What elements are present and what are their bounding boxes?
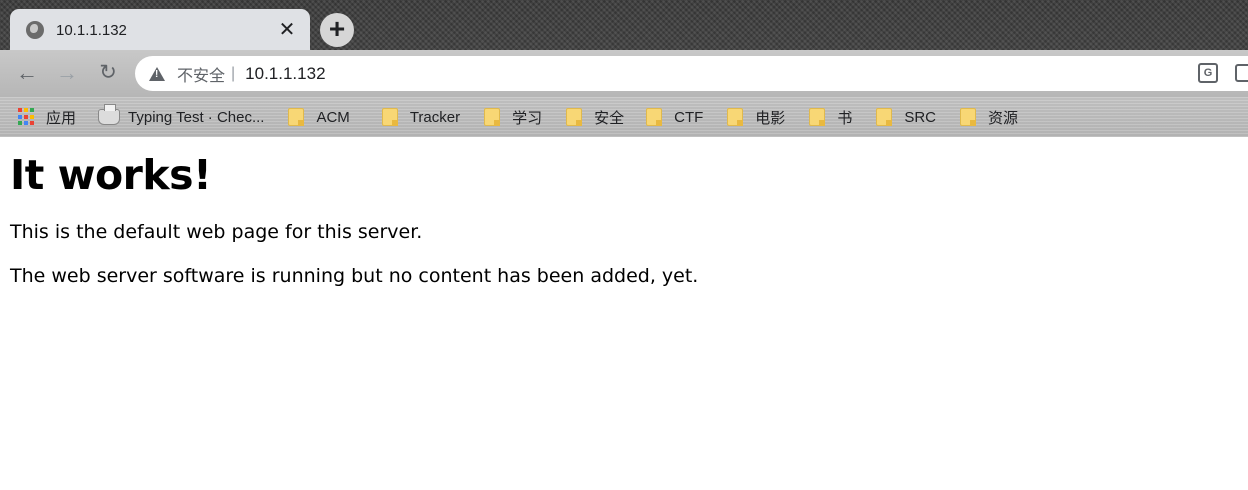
- apps-dot: [18, 108, 22, 112]
- bookmark-label: 安全: [594, 109, 625, 127]
- globe-icon: [26, 21, 44, 39]
- bookmark-label: SRC: [904, 108, 936, 126]
- folder-icon: [809, 108, 826, 126]
- bookmark-label: 书: [837, 109, 853, 127]
- bookmark-label: 电影: [755, 109, 786, 127]
- status-text: The web server software is running but n…: [10, 265, 699, 287]
- folder-icon: [960, 108, 976, 126]
- folder-icon: [566, 108, 583, 126]
- bookmark-folder-resources[interactable]: 资源: [960, 107, 1018, 128]
- bookmark-folder-security[interactable]: 安全: [566, 107, 624, 128]
- bookmark-apps[interactable]: 应用: [18, 107, 76, 128]
- bookmark-typing-test[interactable]: Typing Test · Chec...: [98, 104, 265, 126]
- bookmark-label: CTF: [674, 108, 704, 126]
- folder-icon: [727, 108, 744, 126]
- bookmark-folder-tracker[interactable]: Tracker: [381, 108, 461, 126]
- bookmark-label: Tracker: [409, 108, 461, 126]
- translate-icon[interactable]: G: [1198, 63, 1218, 83]
- security-label[interactable]: 不安全: [177, 62, 225, 86]
- apps-dot: [30, 121, 34, 126]
- url-text[interactable]: 10.1.1.132: [245, 64, 325, 84]
- bookmark-folder-acm[interactable]: ACM: [288, 108, 350, 126]
- apps-dot: [24, 121, 28, 126]
- apps-dot: [18, 114, 22, 119]
- bookmark-label: 资源: [988, 109, 1019, 127]
- apps-dot: [18, 121, 22, 126]
- folder-icon: [288, 108, 305, 126]
- share-icon[interactable]: [1235, 64, 1248, 82]
- warning-icon[interactable]: [149, 66, 165, 81]
- toolbar: ← → ↻ 不安全 | 10.1.1.132 G: [0, 50, 1248, 97]
- address-bar[interactable]: 不安全 | 10.1.1.132 G: [135, 56, 1248, 91]
- bookmark-label: Typing Test · Chec...: [128, 108, 265, 126]
- bookmarks-bar: 应用 Typing Test · Chec... ACM Tracker 学习 …: [0, 97, 1248, 137]
- bookmark-folder-ctf[interactable]: CTF: [646, 108, 703, 126]
- bookmark-folder-movies[interactable]: 电影: [727, 107, 785, 128]
- reload-button[interactable]: ↻: [95, 60, 121, 86]
- bookmark-label: 应用: [46, 109, 77, 127]
- apps-dot: [30, 114, 34, 119]
- back-button[interactable]: ←: [14, 60, 40, 86]
- folder-icon: [381, 108, 398, 126]
- default-page-text: This is the default web page for this se…: [10, 221, 423, 243]
- apps-icon: [18, 108, 36, 126]
- separator: |: [231, 64, 236, 82]
- tab-title: 10.1.1.132: [56, 21, 127, 39]
- page-heading: It works!: [10, 151, 212, 199]
- bookmark-folder-study[interactable]: 学习: [484, 107, 542, 128]
- bookmark-folder-src[interactable]: SRC: [876, 108, 936, 126]
- folder-icon: [646, 108, 663, 126]
- tab-strip: 10.1.1.132 ✕ +: [0, 0, 1248, 51]
- tab-active[interactable]: 10.1.1.132 ✕: [10, 9, 310, 51]
- bookmark-label: ACM: [316, 108, 350, 126]
- bookmark-label: 学习: [512, 109, 543, 127]
- apps-dot: [24, 114, 28, 119]
- browser-chrome: 10.1.1.132 ✕ + ← → ↻ 不安全 | 10.1.1.132 G …: [0, 0, 1248, 137]
- apps-dot: [24, 108, 28, 112]
- bookmark-folder-books[interactable]: 书: [809, 107, 852, 128]
- apps-dot: [30, 108, 34, 112]
- forward-button[interactable]: →: [54, 60, 80, 86]
- typewriter-icon: [98, 104, 121, 125]
- new-tab-button[interactable]: +: [320, 13, 354, 47]
- folder-icon: [484, 108, 501, 126]
- page-content: It works! This is the default web page f…: [0, 137, 1248, 490]
- close-icon[interactable]: ✕: [276, 19, 298, 41]
- folder-icon: [876, 108, 893, 126]
